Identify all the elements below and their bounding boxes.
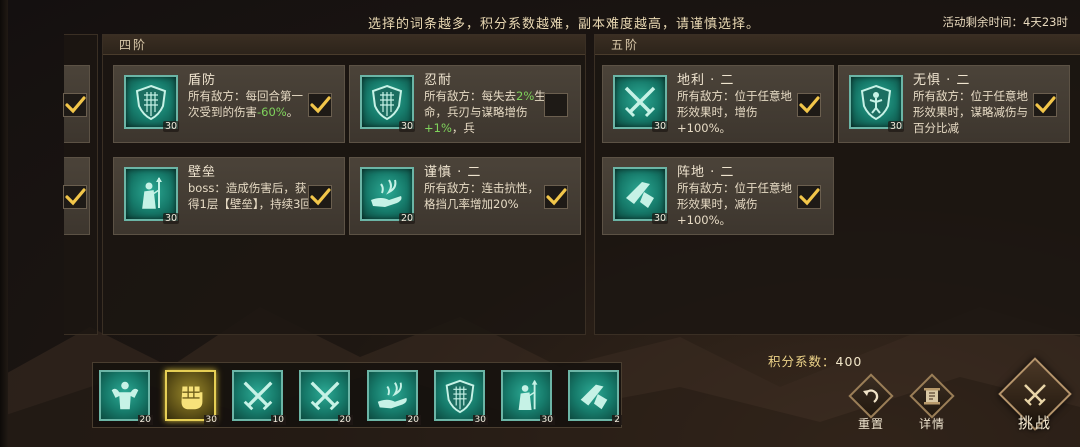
card-wuju[interactable]: 30 无惧 · 二 所有敌方：位于任意地形效果时，谋略减伤与百分比减: [838, 65, 1070, 143]
desc-highlight: -60%: [257, 105, 287, 119]
details-button[interactable]: 详情: [909, 373, 955, 431]
timer-label: 活动剩余时间：: [942, 15, 1024, 29]
checkbox-checked[interactable]: [63, 93, 87, 117]
card-description: 所有敌方：位于任意地形效果时，谋略减伤与百分比减: [913, 89, 1028, 135]
card-bilei[interactable]: 30 壁垒 boss：造成伤害后，获得1层【壁垒】，持续3回: [113, 157, 345, 235]
undo-icon: [848, 373, 894, 419]
crossed-swords-icon: [310, 381, 339, 410]
card-dunfang[interactable]: 30 盾防 所有敌方：每回合第一次受到的伤害-60%。: [113, 65, 345, 143]
left-edge-shadow: [0, 0, 8, 447]
card-level: 30: [652, 213, 669, 224]
stub-card-1[interactable]: [63, 65, 90, 143]
card-level: 30: [652, 121, 669, 132]
slot-level: 20: [405, 415, 421, 425]
card-level: 20: [399, 213, 416, 224]
card-level: 30: [163, 213, 180, 224]
card-description: 所有敌方：每失去2%生命，兵刃与谋略增伤+1%，兵: [424, 88, 548, 138]
crossed-swords-icon: [243, 381, 272, 410]
strongman-icon: [111, 381, 138, 409]
card-title: 盾防: [188, 73, 217, 88]
scroll-icon: [909, 373, 955, 419]
checkbox-checked[interactable]: [797, 185, 821, 209]
score-coefficient: 积分系数：400: [768, 351, 862, 370]
score-label: 积分系数：: [768, 354, 836, 369]
hand-flame-icon: [377, 381, 407, 408]
checkbox-checked[interactable]: [308, 93, 332, 117]
desc-highlight: 2%: [516, 89, 535, 103]
slot-level: 2: [612, 415, 622, 425]
broken-sword-icon: [580, 384, 607, 409]
slot-level: 30: [203, 415, 219, 425]
reset-label: 重置: [857, 417, 884, 431]
shield-icon: [445, 379, 474, 413]
card-dili[interactable]: 30 地利 · 二 所有敌方：位于任意地形效果时，增伤+100%。: [602, 65, 834, 143]
selection-hint: 选择的词条越多，积分系数越难，副本难度越高，请谨慎选择。: [368, 17, 761, 32]
slot-level: 10: [270, 415, 286, 425]
slot-warrior-spear[interactable]: 30: [501, 370, 555, 425]
challenge-label: 挑战: [1017, 414, 1052, 432]
details-label: 详情: [918, 417, 945, 431]
card-title: 阵地 · 二: [677, 165, 735, 180]
card-title: 谨慎 · 二: [424, 165, 482, 180]
card-level: 30: [888, 121, 905, 132]
event-timer: 活动剩余时间：4天23时: [943, 14, 1068, 30]
card-description: 所有敌方：位于任意地形效果时，增伤+100%。: [677, 89, 792, 135]
card-zhendi[interactable]: 30 阵地 · 二 所有敌方：位于任意地形效果时，减伤+100%。: [602, 157, 834, 235]
desc-text: 所有敌方：每失去: [424, 89, 516, 103]
slot-level: 30: [539, 415, 555, 425]
card-description: 所有敌方：位于任意地形效果时，减伤+100%。: [677, 181, 792, 227]
selected-buff-tray: 20 30 10 20 20 30 30 2: [92, 362, 622, 428]
card-description: boss：造成伤害后，获得1层【壁垒】，持续3回: [188, 181, 312, 211]
slot-level: 30: [472, 415, 488, 425]
warrior-spear-icon: [518, 379, 537, 410]
slot-strongman[interactable]: 20: [99, 370, 153, 425]
card-title: 忍耐: [424, 73, 453, 88]
slot-fist[interactable]: 30: [165, 370, 219, 425]
card-description: 所有敌方：连击抗性，格挡几率增加20%: [424, 181, 539, 211]
card-level: 30: [399, 121, 416, 132]
checkbox-checked[interactable]: [1033, 93, 1057, 117]
card-title: 壁垒: [188, 165, 217, 180]
card-description: 所有敌方：每回合第一次受到的伤害-60%。: [188, 88, 312, 138]
slot-hand-flame[interactable]: 20: [367, 370, 421, 425]
reset-button[interactable]: 重置: [848, 373, 894, 431]
card-jinshen[interactable]: 20 谨慎 · 二 所有敌方：连击抗性，格挡几率增加20%: [349, 157, 581, 235]
desc-text: ，兵: [451, 121, 475, 135]
slot-level: 20: [137, 415, 153, 425]
tier5-header: 五阶: [595, 35, 1080, 55]
desc-highlight: +1%: [424, 121, 452, 135]
slot-broken-sword[interactable]: 2: [568, 370, 622, 425]
stub-card-2[interactable]: [63, 157, 90, 235]
score-value: 400: [835, 354, 863, 369]
checkbox-checked[interactable]: [63, 185, 87, 209]
slot-shield[interactable]: 30: [434, 370, 488, 425]
slot-crossed-swords[interactable]: 10: [232, 370, 286, 425]
desc-text: 。: [286, 105, 299, 119]
tier4-header: 四阶: [103, 35, 585, 55]
slot-level: 20: [337, 415, 353, 425]
slot-crossed-swords[interactable]: 20: [299, 370, 353, 425]
card-level: 30: [163, 121, 180, 132]
card-title: 地利 · 二: [677, 73, 735, 88]
checkbox-checked[interactable]: [544, 185, 568, 209]
checkbox-unchecked[interactable]: [544, 93, 568, 117]
checkbox-checked[interactable]: [308, 185, 332, 209]
timer-value: 4天23时: [1023, 15, 1068, 29]
checkbox-checked[interactable]: [797, 93, 821, 117]
card-rennai[interactable]: 30 忍耐 所有敌方：每失去2%生命，兵刃与谋略增伤+1%，兵: [349, 65, 581, 143]
card-title: 无惧 · 二: [913, 73, 971, 88]
fist-icon: [181, 386, 202, 409]
